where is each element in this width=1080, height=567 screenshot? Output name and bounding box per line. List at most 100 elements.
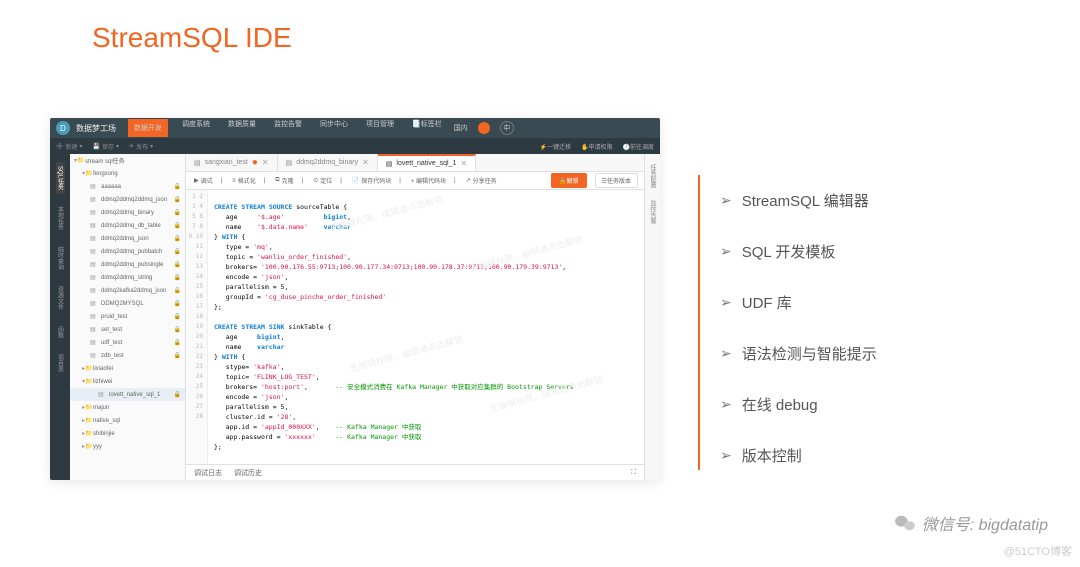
bookmark-icon[interactable]: 📑标签栏 (408, 119, 446, 137)
tree-file[interactable]: ▤ddmq2ddmq_json🔒 (70, 232, 185, 245)
feature-item: StreamSQL 编辑器 (720, 190, 877, 211)
tree-file[interactable]: ▤ddmq2ddmq_pubbatch🔒 (70, 245, 185, 258)
code-editor[interactable]: 1 2 3 4 5 6 7 8 9 10 11 12 13 14 15 16 1… (186, 190, 644, 464)
unlock-button[interactable]: 🔓解锁 (551, 173, 587, 188)
tree-folder[interactable]: ▸📁yyy (70, 440, 185, 453)
tree-file[interactable]: ▤ddmq2ddmq_db_table🔒 (70, 219, 185, 232)
lock-icon: 🔒 (174, 313, 181, 320)
lock-icon: 🔒 (174, 352, 181, 359)
lock-icon: 🔒 (174, 300, 181, 307)
rail-query[interactable]: 临时查询 (56, 242, 65, 274)
divider: | (302, 178, 304, 184)
lock-icon: 🔒 (174, 248, 181, 255)
file-tree[interactable]: ▾📁stream sql任务▾📁fengsong▤aaaaaa🔒▤ddmq2dd… (70, 154, 186, 480)
close-icon[interactable]: ✕ (262, 158, 269, 167)
copyright: @51CTO博客 (1004, 543, 1072, 559)
rrail-monitor[interactable]: 监控告警 (648, 197, 657, 227)
rrail-config[interactable]: 任务配置 (648, 161, 657, 191)
tree-file[interactable]: ▤ddmq2ddmq_binary🔒 (70, 206, 185, 219)
expand-icon[interactable]: ⛶ (631, 469, 636, 477)
tool-share[interactable]: ↗ 分享任务 (464, 176, 497, 185)
tab-lovett[interactable]: ▤ lovett_native_sql_1 ✕ (378, 154, 476, 171)
lock-icon: 🔒 (174, 235, 181, 242)
feature-item: UDF 库 (720, 292, 877, 313)
brand-title: 数据梦工场 (76, 123, 116, 134)
ide-topbar: D 数据梦工场 数据开发 调度系统 数据质量 监控告警 同步中心 项目管理 📑标… (50, 118, 660, 138)
tab-sangxian-test[interactable]: ▤ sangxian_test ● ✕ (186, 154, 278, 171)
nav-dev[interactable]: 数据开发 (128, 119, 168, 137)
migrate-link[interactable]: ⚡一键迁移 (540, 142, 572, 151)
publish-button[interactable]: ✈发布▾ (129, 142, 153, 151)
lang-toggle[interactable]: 中 (500, 121, 514, 135)
btab-debug-history[interactable]: 调试历史 (234, 468, 262, 478)
code-content[interactable]: CREATE STREAM SOURCE sourceTable { age '… (208, 190, 644, 464)
tree-file[interactable]: ▤zdb_test🔒 (70, 349, 185, 362)
nav-sync[interactable]: 同步中心 (316, 119, 352, 137)
wechat-label: 微信号: bigdatatip (894, 511, 1048, 535)
tree-file[interactable]: ▤lovett_native_sql_1🔒 (70, 388, 185, 401)
lock-icon: 🔒 (174, 391, 181, 398)
tree-folder[interactable]: ▸📁shibinjie (70, 427, 185, 440)
tree-file[interactable]: ▤pruid_test🔒 (70, 310, 185, 323)
lock-icon: 🔒 (174, 261, 181, 268)
goto-schedule-link[interactable]: 🕐前往调度 (623, 142, 655, 151)
tree-file[interactable]: ▤DDMQ2MYSQL🔒 (70, 297, 185, 310)
feature-item: 语法检测与智能提示 (720, 343, 877, 364)
feature-item: SQL 开发模板 (720, 241, 877, 262)
tree-folder[interactable]: ▸📁lixiaofei (70, 362, 185, 375)
new-button[interactable]: ➕新建▾ (56, 142, 83, 151)
tree-folder[interactable]: ▾📁fengsong (70, 167, 185, 180)
user-avatar[interactable] (478, 122, 490, 134)
save-button[interactable]: 💾保存▾ (93, 142, 120, 151)
tool-edit-block[interactable]: + 编辑代码块 (409, 176, 446, 185)
rail-sql-task[interactable]: SQL任务 (56, 162, 65, 194)
nav-quality[interactable]: 数据质量 (224, 119, 260, 137)
wechat-icon (894, 514, 916, 532)
rail-function[interactable]: 函数 (56, 322, 65, 342)
tree-file[interactable]: ▤ddmq2kafka2ddmq_json🔒 (70, 284, 185, 297)
btab-debug-log[interactable]: 调试日志 (194, 468, 222, 478)
editor-panel: ▤ sangxian_test ● ✕ ▤ ddmq2ddmq_binary ✕… (186, 154, 644, 480)
lock-icon: 🔒 (174, 339, 181, 346)
close-icon[interactable]: ✕ (460, 159, 467, 168)
tree-file[interactable]: ▤ddmq2ddmq2ddmq_json🔒 (70, 193, 185, 206)
tree-folder[interactable]: ▸📁majun (70, 401, 185, 414)
lock-icon: 🔒 (174, 222, 181, 229)
country-label: 国内 (454, 123, 468, 133)
nav-monitor[interactable]: 监控告警 (270, 119, 306, 137)
feature-list: StreamSQL 编辑器 SQL 开发模板 UDF 库 语法检测与智能提示 在… (720, 190, 877, 496)
logo-icon: D (56, 121, 70, 135)
divider: | (264, 178, 266, 184)
rail-local-task[interactable]: 本地任务 (56, 202, 65, 234)
tool-locate[interactable]: ⊙ 定位 (311, 176, 332, 185)
tree-file[interactable]: ▤aaaaaa🔒 (70, 180, 185, 193)
tool-clone[interactable]: ⧉ 克隆 (273, 176, 293, 185)
tool-debug[interactable]: ▶ 调试 (192, 176, 213, 185)
tree-file[interactable]: ▤udf_test🔒 (70, 336, 185, 349)
rail-project-table[interactable]: 项目表 (56, 350, 65, 376)
tool-format[interactable]: ≡ 格式化 (230, 176, 256, 185)
editor-bottom-tabs: 调试日志 调试历史 ⛶ (186, 464, 644, 480)
feature-divider (698, 175, 700, 470)
divider: | (399, 178, 401, 184)
nav-project[interactable]: 项目管理 (362, 119, 398, 137)
topbar-right: 国内 中 (454, 121, 514, 135)
editor-toolbar: ▶ 调试 | ≡ 格式化 | ⧉ 克隆 | ⊙ 定位 | 📄 保存代码块 | +… (186, 172, 644, 190)
tree-root[interactable]: ▾📁stream sql任务 (70, 154, 185, 167)
tree-file[interactable]: ▤set_test🔒 (70, 323, 185, 336)
version-button[interactable]: ☰任务版本 (595, 173, 638, 188)
tree-file[interactable]: ▤ddmq2ddmq_pubsingle🔒 (70, 258, 185, 271)
tool-save-block[interactable]: 📄 保存代码块 (350, 176, 392, 185)
tree-folder[interactable]: ▸📁native_sql (70, 414, 185, 427)
divider: | (340, 178, 342, 184)
lock-icon: 🔒 (174, 326, 181, 333)
rail-resource[interactable]: 资源文件 (56, 282, 65, 314)
tree-file[interactable]: ▤ddmq2ddmq_string🔒 (70, 271, 185, 284)
perm-link[interactable]: ✋申请权限 (581, 142, 613, 151)
modified-icon: ● (252, 158, 258, 168)
lock-icon: 🔒 (174, 287, 181, 294)
tree-folder[interactable]: ▾📁lizhiwei (70, 375, 185, 388)
nav-schedule[interactable]: 调度系统 (178, 119, 214, 137)
tab-ddmq-binary[interactable]: ▤ ddmq2ddmq_binary ✕ (278, 154, 378, 171)
close-icon[interactable]: ✕ (362, 158, 369, 167)
